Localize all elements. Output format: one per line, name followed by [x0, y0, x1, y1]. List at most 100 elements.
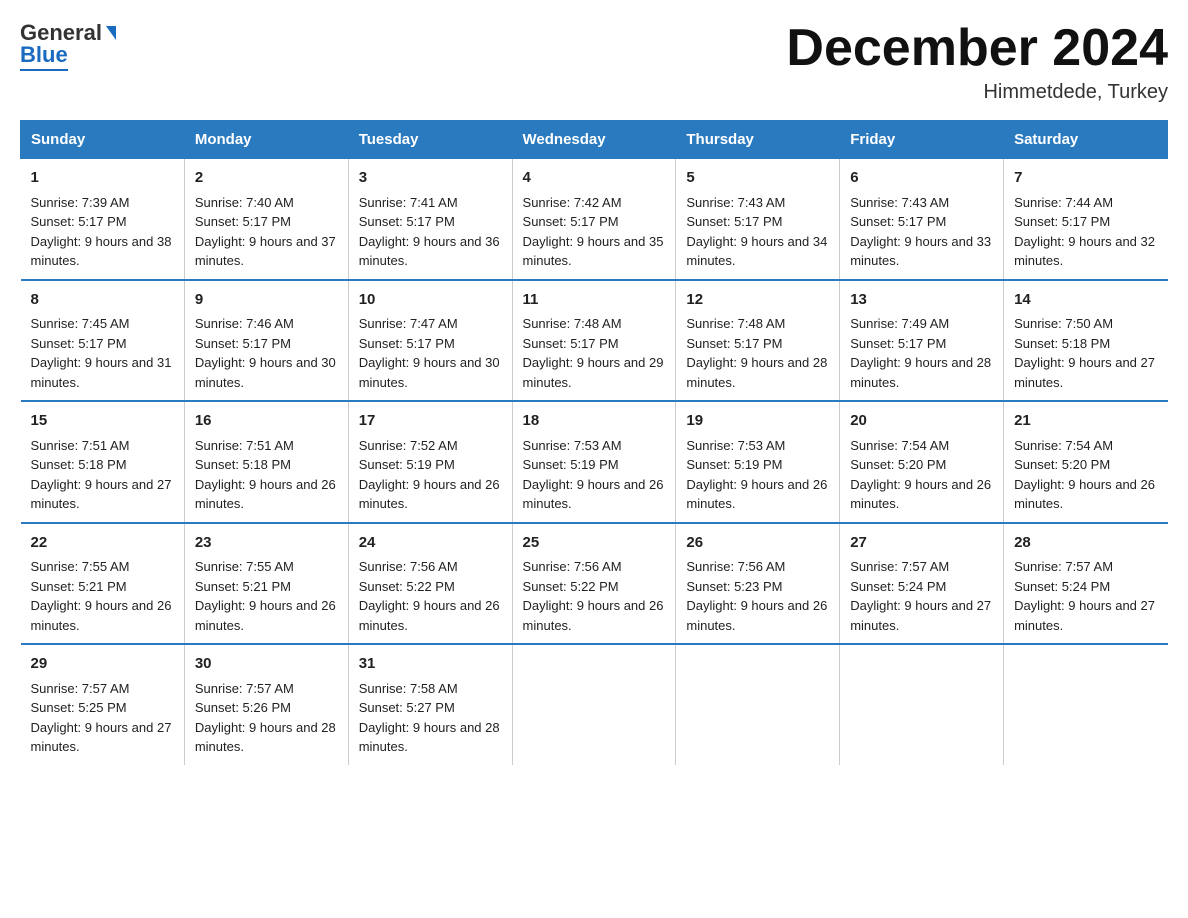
day-number: 5 [686, 167, 829, 190]
day-number: 26 [686, 532, 829, 555]
calendar-cell: 12 Sunrise: 7:48 AMSunset: 5:17 PMDayligh… [676, 280, 840, 402]
calendar-cell: 31 Sunrise: 7:58 AMSunset: 5:27 PMDayligh… [348, 644, 512, 765]
day-number: 4 [523, 167, 666, 190]
logo-arrow-icon [106, 26, 116, 40]
calendar-cell: 14Sunrise: 7:50 AMSunset: 5:18 PMDayligh… [1004, 280, 1168, 402]
calendar-cell: 24 Sunrise: 7:56 AMSunset: 5:22 PMDayligh… [348, 523, 512, 645]
day-number: 18 [523, 410, 666, 433]
cell-content: Sunrise: 7:45 AMSunset: 5:17 PMDaylight:… [31, 316, 172, 390]
cell-content: Sunrise: 7:50 AMSunset: 5:18 PMDaylight:… [1014, 316, 1155, 390]
logo: General Blue [20, 20, 116, 71]
day-number: 20 [850, 410, 993, 433]
location: Himmetdede, Turkey [786, 81, 1168, 104]
day-number: 30 [195, 653, 338, 676]
cell-content: Sunrise: 7:56 AMSunset: 5:23 PMDaylight:… [686, 559, 827, 633]
day-number: 25 [523, 532, 666, 555]
calendar-cell: 22 Sunrise: 7:55 AMSunset: 5:21 PMDayligh… [21, 523, 185, 645]
calendar-cell: 1 Sunrise: 7:39 AMSunset: 5:17 PMDaylight… [21, 159, 185, 280]
day-number: 3 [359, 167, 502, 190]
cell-content: Sunrise: 7:49 AMSunset: 5:17 PMDaylight:… [850, 316, 991, 390]
cell-content: Sunrise: 7:51 AMSunset: 5:18 PMDaylight:… [195, 438, 336, 512]
calendar-week-5: 29Sunrise: 7:57 AMSunset: 5:25 PMDayligh… [21, 644, 1168, 765]
day-header-wednesday: Wednesday [512, 121, 676, 159]
calendar-week-2: 8 Sunrise: 7:45 AMSunset: 5:17 PMDaylight… [21, 280, 1168, 402]
cell-content: Sunrise: 7:48 AMSunset: 5:17 PMDaylight:… [523, 316, 664, 390]
cell-content: Sunrise: 7:40 AMSunset: 5:17 PMDaylight:… [195, 195, 336, 269]
cell-content: Sunrise: 7:57 AMSunset: 5:24 PMDaylight:… [850, 559, 991, 633]
cell-content: Sunrise: 7:42 AMSunset: 5:17 PMDaylight:… [523, 195, 664, 269]
day-number: 31 [359, 653, 502, 676]
day-number: 16 [195, 410, 338, 433]
day-number: 9 [195, 289, 338, 312]
day-number: 6 [850, 167, 993, 190]
day-number: 10 [359, 289, 502, 312]
day-number: 28 [1014, 532, 1157, 555]
cell-content: Sunrise: 7:43 AMSunset: 5:17 PMDaylight:… [850, 195, 991, 269]
cell-content: Sunrise: 7:56 AMSunset: 5:22 PMDaylight:… [359, 559, 500, 633]
day-number: 8 [31, 289, 174, 312]
day-number: 7 [1014, 167, 1157, 190]
day-number: 15 [31, 410, 174, 433]
cell-content: Sunrise: 7:54 AMSunset: 5:20 PMDaylight:… [850, 438, 991, 512]
calendar-cell: 21 Sunrise: 7:54 AMSunset: 5:20 PMDayligh… [1004, 401, 1168, 523]
calendar-cell: 7 Sunrise: 7:44 AMSunset: 5:17 PMDaylight… [1004, 159, 1168, 280]
calendar-table: SundayMondayTuesdayWednesdayThursdayFrid… [20, 120, 1168, 765]
title-area: December 2024 Himmetdede, Turkey [786, 20, 1168, 104]
calendar-cell [676, 644, 840, 765]
cell-content: Sunrise: 7:47 AMSunset: 5:17 PMDaylight:… [359, 316, 500, 390]
cell-content: Sunrise: 7:46 AMSunset: 5:17 PMDaylight:… [195, 316, 336, 390]
page-header: General Blue December 2024 Himmetdede, T… [20, 20, 1168, 104]
day-number: 12 [686, 289, 829, 312]
day-number: 17 [359, 410, 502, 433]
calendar-cell: 23 Sunrise: 7:55 AMSunset: 5:21 PMDayligh… [184, 523, 348, 645]
cell-content: Sunrise: 7:55 AMSunset: 5:21 PMDaylight:… [195, 559, 336, 633]
cell-content: Sunrise: 7:57 AMSunset: 5:24 PMDaylight:… [1014, 559, 1155, 633]
logo-blue: Blue [20, 42, 68, 71]
cell-content: Sunrise: 7:54 AMSunset: 5:20 PMDaylight:… [1014, 438, 1155, 512]
day-number: 29 [31, 653, 174, 676]
day-number: 22 [31, 532, 174, 555]
cell-content: Sunrise: 7:52 AMSunset: 5:19 PMDaylight:… [359, 438, 500, 512]
day-number: 24 [359, 532, 502, 555]
calendar-cell: 16 Sunrise: 7:51 AMSunset: 5:18 PMDayligh… [184, 401, 348, 523]
cell-content: Sunrise: 7:58 AMSunset: 5:27 PMDaylight:… [359, 681, 500, 755]
cell-content: Sunrise: 7:53 AMSunset: 5:19 PMDaylight:… [523, 438, 664, 512]
calendar-cell: 3 Sunrise: 7:41 AMSunset: 5:17 PMDaylight… [348, 159, 512, 280]
day-header-thursday: Thursday [676, 121, 840, 159]
day-header-monday: Monday [184, 121, 348, 159]
calendar-cell: 10 Sunrise: 7:47 AMSunset: 5:17 PMDayligh… [348, 280, 512, 402]
day-number: 2 [195, 167, 338, 190]
day-number: 1 [31, 167, 174, 190]
calendar-cell: 8 Sunrise: 7:45 AMSunset: 5:17 PMDaylight… [21, 280, 185, 402]
day-number: 23 [195, 532, 338, 555]
calendar-cell: 29Sunrise: 7:57 AMSunset: 5:25 PMDayligh… [21, 644, 185, 765]
calendar-cell: 6 Sunrise: 7:43 AMSunset: 5:17 PMDaylight… [840, 159, 1004, 280]
calendar-cell: 25 Sunrise: 7:56 AMSunset: 5:22 PMDayligh… [512, 523, 676, 645]
day-number: 27 [850, 532, 993, 555]
calendar-cell [840, 644, 1004, 765]
cell-content: Sunrise: 7:53 AMSunset: 5:19 PMDaylight:… [686, 438, 827, 512]
day-number: 11 [523, 289, 666, 312]
calendar-cell [512, 644, 676, 765]
cell-content: Sunrise: 7:44 AMSunset: 5:17 PMDaylight:… [1014, 195, 1155, 269]
calendar-cell: 17 Sunrise: 7:52 AMSunset: 5:19 PMDayligh… [348, 401, 512, 523]
cell-content: Sunrise: 7:43 AMSunset: 5:17 PMDaylight:… [686, 195, 827, 269]
calendar-cell: 18 Sunrise: 7:53 AMSunset: 5:19 PMDayligh… [512, 401, 676, 523]
calendar-cell: 4 Sunrise: 7:42 AMSunset: 5:17 PMDaylight… [512, 159, 676, 280]
day-number: 13 [850, 289, 993, 312]
day-header-friday: Friday [840, 121, 1004, 159]
calendar-cell: 20 Sunrise: 7:54 AMSunset: 5:20 PMDayligh… [840, 401, 1004, 523]
calendar-week-3: 15 Sunrise: 7:51 AMSunset: 5:18 PMDayligh… [21, 401, 1168, 523]
calendar-cell: 9 Sunrise: 7:46 AMSunset: 5:17 PMDaylight… [184, 280, 348, 402]
cell-content: Sunrise: 7:39 AMSunset: 5:17 PMDaylight:… [31, 195, 172, 269]
cell-content: Sunrise: 7:41 AMSunset: 5:17 PMDaylight:… [359, 195, 500, 269]
calendar-cell: 30Sunrise: 7:57 AMSunset: 5:26 PMDayligh… [184, 644, 348, 765]
calendar-cell: 19Sunrise: 7:53 AMSunset: 5:19 PMDayligh… [676, 401, 840, 523]
cell-content: Sunrise: 7:56 AMSunset: 5:22 PMDaylight:… [523, 559, 664, 633]
calendar-cell: 13 Sunrise: 7:49 AMSunset: 5:17 PMDayligh… [840, 280, 1004, 402]
day-number: 21 [1014, 410, 1157, 433]
cell-content: Sunrise: 7:48 AMSunset: 5:17 PMDaylight:… [686, 316, 827, 390]
calendar-cell: 11 Sunrise: 7:48 AMSunset: 5:17 PMDayligh… [512, 280, 676, 402]
month-title: December 2024 [786, 20, 1168, 77]
cell-content: Sunrise: 7:55 AMSunset: 5:21 PMDaylight:… [31, 559, 172, 633]
